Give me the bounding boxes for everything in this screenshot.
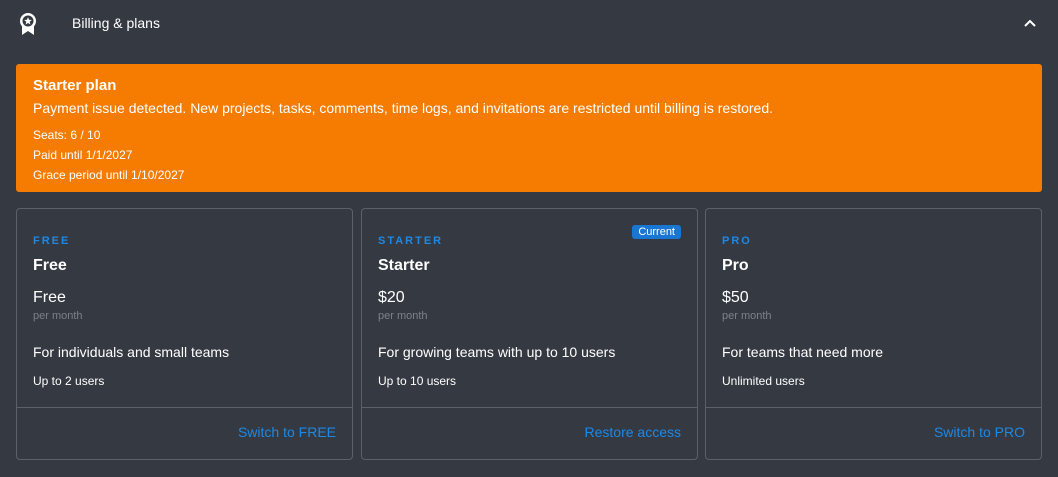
plan-name: Free bbox=[33, 257, 67, 274]
restore-access-button[interactable]: Restore access bbox=[585, 424, 681, 440]
card-divider bbox=[706, 407, 1041, 408]
plan-period: per month bbox=[378, 310, 428, 322]
card-divider bbox=[17, 407, 352, 408]
award-badge-icon bbox=[18, 12, 38, 36]
plan-user-limit: Up to 10 users bbox=[378, 374, 457, 388]
plan-tier: STARTER bbox=[378, 235, 444, 247]
card-divider bbox=[362, 407, 697, 408]
switch-to-free-button[interactable]: Switch to FREE bbox=[238, 424, 336, 440]
plan-period: per month bbox=[33, 310, 83, 322]
alert-message: Payment issue detected. New projects, ta… bbox=[33, 100, 773, 116]
switch-to-pro-button[interactable]: Switch to PRO bbox=[934, 424, 1025, 440]
plan-tier: FREE bbox=[33, 235, 71, 247]
plan-card-starter: Current STARTER Starter $20 per month Fo… bbox=[361, 208, 698, 460]
plan-user-limit: Up to 2 users bbox=[33, 374, 105, 388]
paid-until-info: Paid until 1/1/2027 bbox=[33, 148, 133, 162]
plan-name: Pro bbox=[722, 257, 749, 274]
plan-price: $20 bbox=[378, 289, 405, 306]
plan-description: For individuals and small teams bbox=[33, 344, 230, 360]
plan-card-free: FREE Free Free per month For individuals… bbox=[16, 208, 353, 460]
payment-issue-alert: Starter plan Payment issue detected. New… bbox=[16, 64, 1042, 192]
section-title: Billing & plans bbox=[72, 15, 160, 31]
plan-user-limit: Unlimited users bbox=[722, 374, 805, 388]
plan-description: For teams that need more bbox=[722, 344, 884, 360]
billing-section-header[interactable]: Billing & plans bbox=[0, 0, 1058, 46]
plan-name: Starter bbox=[378, 257, 430, 274]
alert-title: Starter plan bbox=[33, 77, 117, 94]
grace-period-info: Grace period until 1/10/2027 bbox=[33, 168, 185, 182]
plan-description: For growing teams with up to 10 users bbox=[378, 344, 616, 360]
plan-price: Free bbox=[33, 289, 66, 306]
plan-price: $50 bbox=[722, 289, 749, 306]
plan-period: per month bbox=[722, 310, 772, 322]
plans-list: FREE Free Free per month For individuals… bbox=[16, 208, 1042, 460]
chevron-up-icon[interactable] bbox=[1022, 16, 1038, 30]
plan-card-pro: PRO Pro $50 per month For teams that nee… bbox=[705, 208, 1042, 460]
seats-info: Seats: 6 / 10 bbox=[33, 128, 101, 142]
plan-tier: PRO bbox=[722, 235, 752, 247]
